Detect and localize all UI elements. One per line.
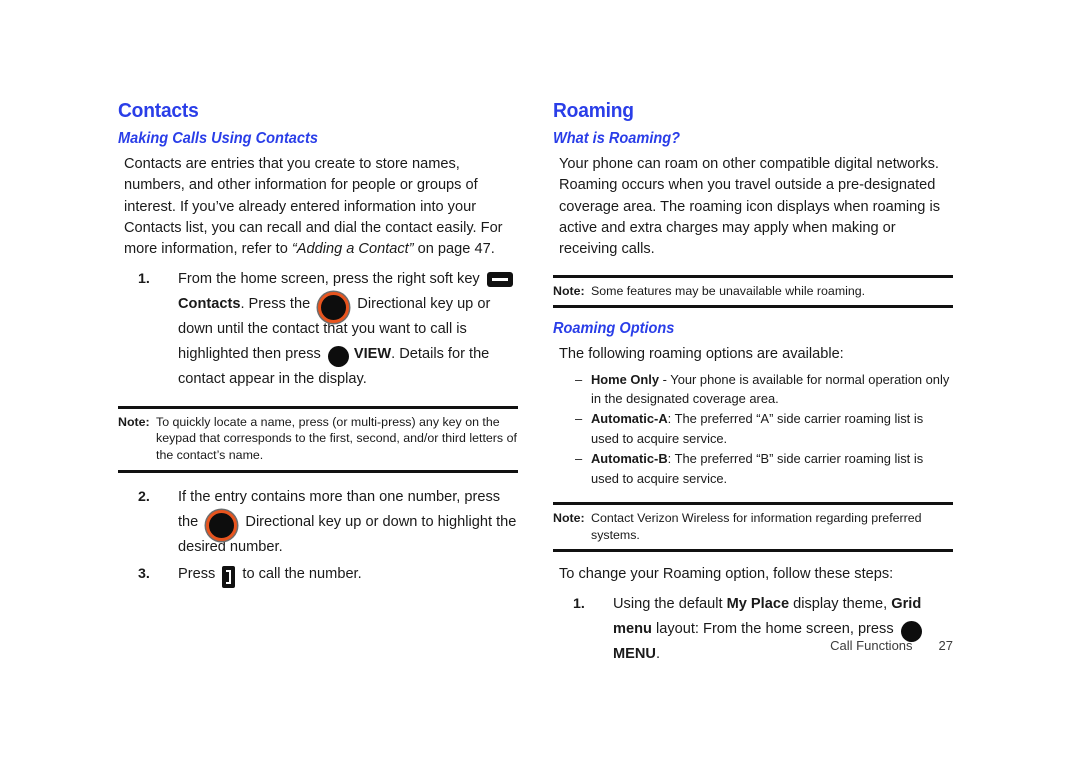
note-text: To quickly locate a name, press (or mult…	[156, 414, 517, 463]
option-term-automatic-a: Automatic-A	[591, 411, 668, 427]
manual-page: Contacts Making Calls Using Contacts Con…	[0, 0, 1080, 771]
note-body: Note: To quickly locate a name, press (or…	[118, 414, 518, 464]
step-number: 2.	[138, 488, 150, 505]
note-label: Note:	[553, 511, 585, 526]
step-number: 1.	[138, 270, 150, 287]
option-term-home-only: Home Only	[591, 371, 660, 387]
rstep1-text-1: Using the default	[613, 595, 727, 612]
step-item-1: 1. Using the default My Place display the…	[553, 592, 953, 667]
dash-bullet: –	[575, 451, 583, 467]
note-body: Note: Contact Verizon Wireless for inform…	[553, 510, 953, 543]
step-number: 3.	[138, 565, 150, 582]
dash-bullet: –	[575, 411, 583, 427]
step1-bold-view: VIEW	[353, 345, 392, 362]
roaming-options-list: – Home Only - Your phone is available for…	[575, 370, 953, 488]
right-column: Roaming What is Roaming? Your phone can …	[553, 100, 953, 669]
footer-section-name: Call Functions	[830, 638, 913, 653]
footer-page-number: 27	[938, 638, 953, 653]
step3-text-2: to call the number.	[238, 565, 362, 582]
note-text: Some features may be unavailable while r…	[591, 283, 866, 298]
roaming-options-lead: The following roaming options are availa…	[559, 346, 844, 363]
page-footer: Call Functions 27	[553, 638, 953, 653]
list-item: – Automatic-B: The preferred “B” side car…	[575, 449, 953, 488]
subheading-roaming-options: Roaming Options	[553, 320, 675, 338]
step-item-1: 1. From the home screen, press the right …	[118, 267, 518, 392]
select-key-icon	[327, 345, 349, 367]
page-title-contacts: Contacts	[118, 100, 199, 122]
contacts-steps-list: 1. From the home screen, press the right …	[118, 267, 518, 392]
subheading-making-calls: Making Calls Using Contacts	[118, 130, 318, 147]
note-body: Note: Some features may be unavailable wh…	[553, 283, 953, 300]
change-roaming-lead: To change your Roaming option, follow th…	[559, 566, 894, 583]
step-item-3: 3. Press to call the number.	[118, 562, 518, 588]
rstep1-text-3: layout: From the home screen, press	[651, 620, 898, 637]
subheading-what-is-roaming: What is Roaming?	[553, 130, 681, 147]
step1-text-1: From the home screen, press the right so…	[178, 270, 484, 287]
step-item-2: 2. If the entry contains more than one nu…	[118, 485, 518, 560]
step1-text-3: . Press the	[240, 295, 315, 312]
note-box-contact-verizon: Note: Contact Verizon Wireless for inform…	[553, 502, 953, 553]
left-column: Contacts Making Calls Using Contacts Con…	[118, 100, 518, 589]
intro-text-part2: on page 47.	[413, 241, 495, 258]
directional-key-icon	[206, 509, 238, 541]
intro-cross-reference: “Adding a Contact”	[291, 241, 414, 258]
note-box-features-unavailable: Note: Some features may be unavailable wh…	[553, 274, 953, 309]
option-term-automatic-b: Automatic-B	[591, 451, 668, 467]
list-item: – Automatic-A: The preferred “A” side car…	[575, 409, 953, 448]
roaming-intro-paragraph: Your phone can roam on other compatible …	[559, 155, 940, 258]
note-box-keypad-search: Note: To quickly locate a name, press (or…	[118, 405, 518, 473]
rstep1-bold-my-place: My Place	[726, 595, 790, 612]
rstep1-text-2: display theme,	[789, 595, 892, 612]
contacts-intro-paragraph: Contacts are entries that you create to …	[124, 154, 518, 261]
step3-text-1: Press	[178, 565, 220, 582]
step-number: 1.	[573, 595, 585, 612]
roaming-steps-list: 1. Using the default My Place display the…	[553, 592, 953, 667]
dash-bullet: –	[575, 371, 583, 387]
note-label: Note:	[118, 414, 150, 429]
directional-key-icon	[318, 291, 350, 323]
note-text: Contact Verizon Wireless for information…	[591, 511, 922, 542]
page-title-roaming: Roaming	[553, 100, 634, 122]
list-item: – Home Only - Your phone is available for…	[575, 370, 953, 409]
contacts-steps-list-continued: 2. If the entry contains more than one nu…	[118, 485, 518, 588]
send-key-icon	[222, 565, 236, 588]
note-label: Note:	[553, 283, 585, 298]
soft-key-icon	[486, 272, 513, 288]
step1-bold-contacts: Contacts	[178, 295, 241, 312]
